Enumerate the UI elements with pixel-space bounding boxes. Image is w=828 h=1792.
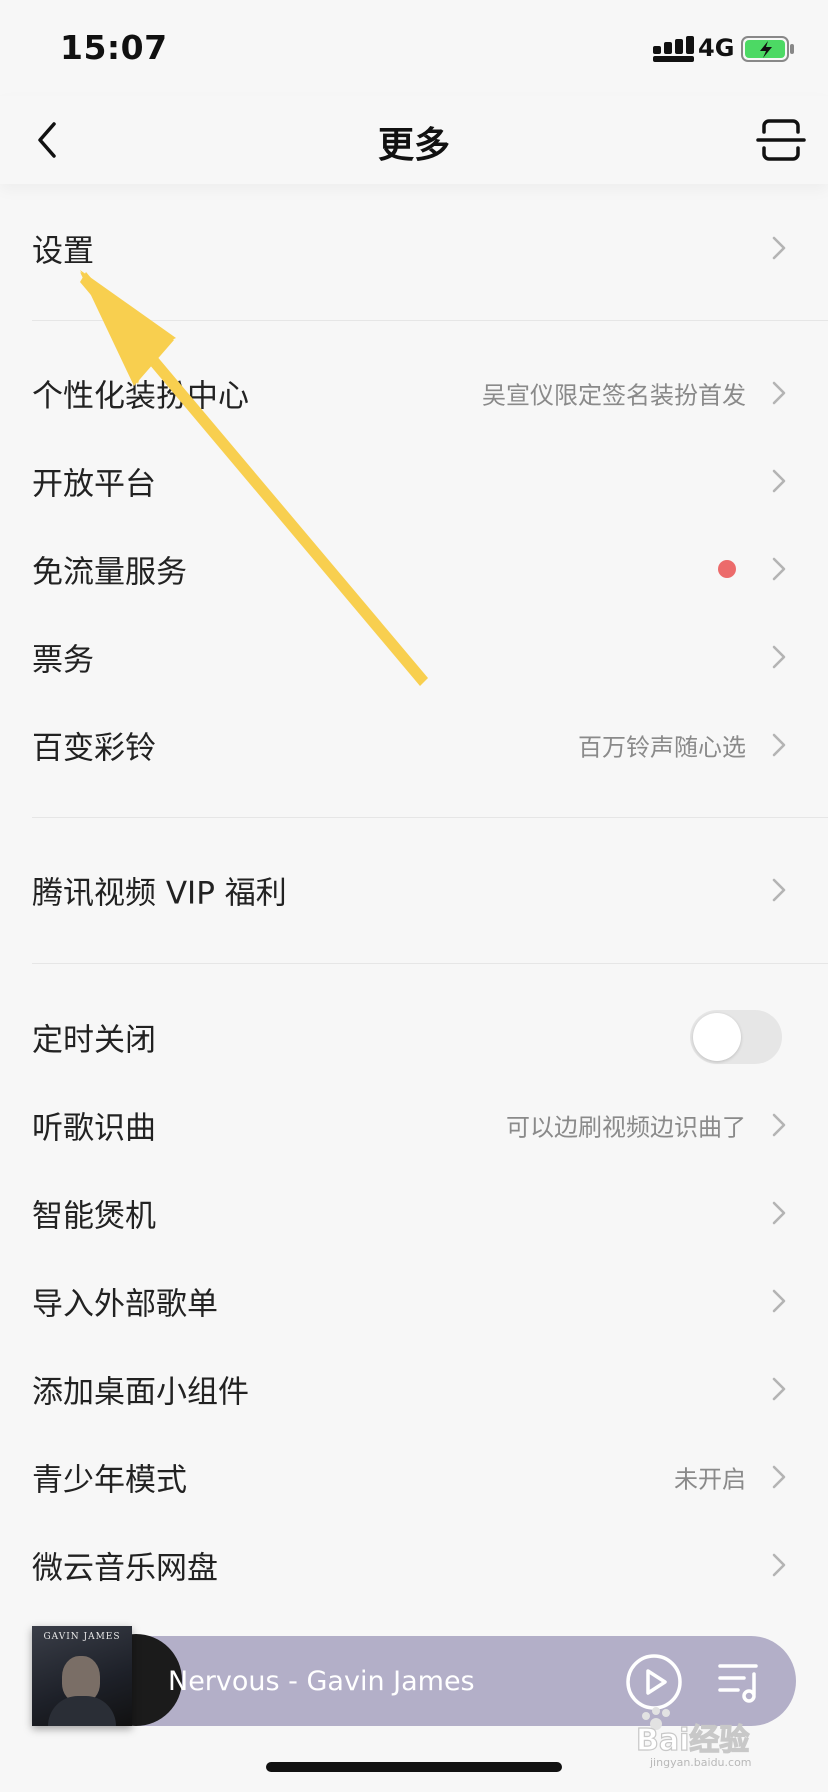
menu-item-smart-cook[interactable]: 智能煲机 [0,1173,828,1253]
play-icon[interactable] [624,1652,684,1712]
watermark-text: Bai经验 [636,1723,749,1758]
menu-subtitle: 可以边刷视频边识曲了 [506,1113,746,1142]
chevron-right-icon [772,1289,786,1313]
chevron-right-icon [772,1113,786,1137]
menu-label: 免流量服务 [32,554,187,591]
menu-item-import-playlist[interactable]: 导入外部歌单 [0,1261,828,1341]
chevron-right-icon [772,381,786,405]
menu-label: 票务 [32,642,94,679]
menu-item-free-data[interactable]: 免流量服务 [0,529,828,609]
menu-label: 个性化装扮中心 [32,378,249,415]
watermark-subtext: jingyan.baidu.com [649,1756,752,1768]
chevron-right-icon [772,236,786,260]
page-title: 更多 [377,125,450,166]
menu-label: 听歌识曲 [32,1110,156,1147]
section-divider [32,963,828,964]
menu-label: 微云音乐网盘 [32,1550,218,1587]
signal-icon [653,36,694,62]
red-dot-badge [718,560,736,578]
menu-item-ringtones[interactable]: 百变彩铃 百万铃声随心选 [0,705,828,785]
menu-item-open-platform[interactable]: 开放平台 [0,441,828,521]
chevron-right-icon [772,1465,786,1489]
chevron-right-icon [772,733,786,757]
menu-label: 智能煲机 [32,1198,156,1235]
scan-icon[interactable] [756,116,806,164]
menu-item-recognize[interactable]: 听歌识曲 可以边刷视频边识曲了 [0,1085,828,1165]
menu-item-widget[interactable]: 添加桌面小组件 [0,1349,828,1429]
menu-item-personalization[interactable]: 个性化装扮中心 吴宣仪限定签名装扮首发 [0,353,828,433]
menu-subtitle: 未开启 [674,1465,746,1494]
menu-label: 腾讯视频 VIP 福利 [32,875,287,912]
album-portrait-body [48,1696,116,1726]
home-indicator[interactable] [266,1762,562,1772]
chevron-right-icon [772,645,786,669]
menu-label: 百变彩铃 [32,730,156,767]
menu-item-weiyun[interactable]: 微云音乐网盘 [0,1525,828,1605]
menu-item-settings[interactable]: 设置 [0,208,828,288]
chevron-right-icon [772,469,786,493]
menu-item-tencent-video[interactable]: 腾讯视频 VIP 福利 [0,850,828,930]
album-cover[interactable]: GAVIN JAMES [32,1626,132,1726]
menu-label: 设置 [32,233,94,270]
menu-item-tickets[interactable]: 票务 [0,617,828,697]
menu-label: 青少年模式 [32,1462,187,1499]
menu-item-timer: 定时关闭 [0,997,828,1077]
toggle-knob [693,1013,741,1061]
menu-item-youth-mode[interactable]: 青少年模式 未开启 [0,1437,828,1517]
playlist-icon[interactable] [716,1656,766,1706]
menu-label: 添加桌面小组件 [32,1374,249,1411]
timer-toggle[interactable] [690,1010,782,1064]
chevron-right-icon [772,1201,786,1225]
network-type: 4G [698,34,735,62]
chevron-right-icon [772,557,786,581]
menu-label: 定时关闭 [32,1022,156,1059]
album-cover-text: GAVIN JAMES [43,1632,121,1642]
section-divider [32,320,828,321]
battery-icon [741,36,794,62]
baidu-jingyan-watermark: Bai经验 jingyan.baidu.com [636,1707,752,1768]
status-time: 15:07 [60,28,168,67]
menu-subtitle: 百万铃声随心选 [578,733,746,762]
chevron-right-icon [772,1553,786,1577]
chevron-right-icon [772,878,786,902]
menu-label: 导入外部歌单 [32,1286,218,1323]
menu-subtitle: 吴宣仪限定签名装扮首发 [482,381,746,410]
header: 更多 [0,96,828,184]
now-playing-title: Nervous - Gavin James [168,1666,475,1697]
chevron-right-icon [772,1377,786,1401]
status-bar: 15:07 4G [0,0,828,96]
menu-label: 开放平台 [32,466,156,503]
section-divider [32,817,828,818]
